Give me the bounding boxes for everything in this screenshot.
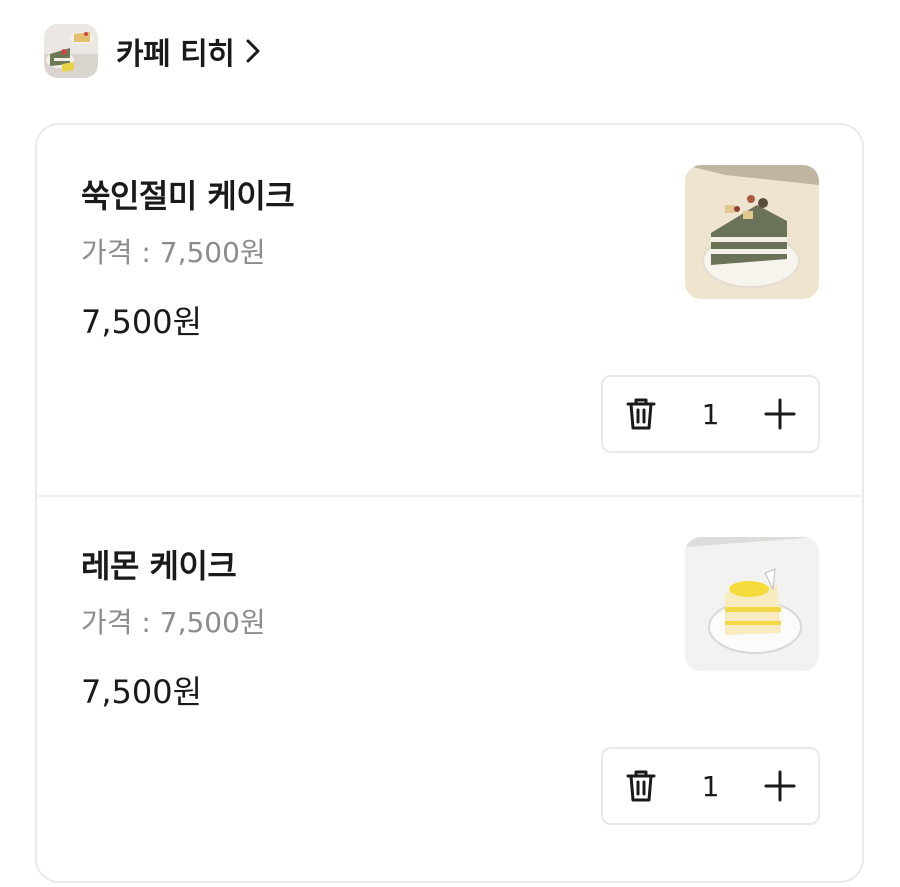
- cart-item: 레몬 케이크 가격 : 7,500원 7,500원 1: [37, 497, 862, 887]
- store-thumbnail: [44, 24, 98, 78]
- delete-button[interactable]: [621, 394, 661, 434]
- item-unit-price: 가격 : 7,500원: [81, 606, 266, 639]
- increase-quantity-button[interactable]: [760, 394, 800, 434]
- item-image: [685, 165, 819, 299]
- cart-item: 쑥인절미 케이크 가격 : 7,500원 7,500원 1: [37, 125, 862, 495]
- item-name: 레몬 케이크: [81, 547, 237, 585]
- chevron-right-icon: [244, 38, 262, 64]
- quantity-stepper: 1: [601, 747, 820, 825]
- store-name: 카페 티히: [116, 37, 235, 72]
- cart-card: 쑥인절미 케이크 가격 : 7,500원 7,500원 1 레몬 케이크 가격 …: [35, 123, 864, 883]
- item-image: [685, 537, 819, 671]
- trash-icon: [626, 770, 656, 802]
- item-name: 쑥인절미 케이크: [81, 177, 295, 215]
- plus-icon: [764, 398, 796, 430]
- item-total-price: 7,500원: [81, 673, 203, 711]
- store-header-link[interactable]: 카페 티히: [44, 24, 262, 78]
- delete-button[interactable]: [621, 766, 661, 806]
- item-unit-price: 가격 : 7,500원: [81, 236, 266, 269]
- item-total-price: 7,500원: [81, 303, 203, 341]
- trash-icon: [626, 398, 656, 430]
- increase-quantity-button[interactable]: [760, 766, 800, 806]
- quantity-stepper: 1: [601, 375, 820, 453]
- plus-icon: [764, 770, 796, 802]
- quantity-value: 1: [701, 769, 720, 803]
- quantity-value: 1: [701, 397, 720, 431]
